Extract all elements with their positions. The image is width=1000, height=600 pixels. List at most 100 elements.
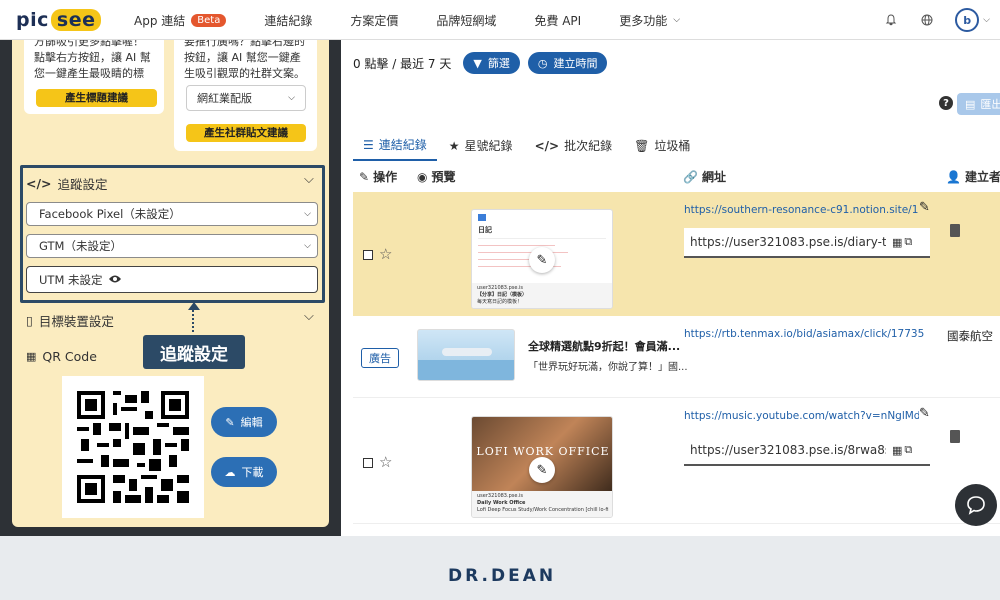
export-button[interactable]: ▤ 匯出 — [957, 93, 1000, 115]
facebook-pixel-select[interactable]: Facebook Pixel（未設定） ⌵ — [26, 202, 318, 226]
ad-url-link[interactable]: https://rtb.tenmax.io/bid/asiamax/click/… — [684, 328, 924, 340]
star-icon[interactable]: ☆ — [379, 453, 392, 471]
file-icon: ▤ — [965, 97, 976, 111]
chat-support-button[interactable] — [955, 484, 997, 526]
eye-icon: ◉ — [417, 169, 428, 184]
original-url-link[interactable]: https://southern-resonance-c91.notion.si… — [684, 204, 919, 216]
nav-free-api[interactable]: 免費 API — [534, 12, 581, 29]
funnel-icon: ▼ — [473, 56, 482, 70]
nav-more[interactable]: 更多功能 ⌵ — [619, 12, 680, 29]
picsee-logo[interactable]: pic see — [16, 9, 102, 31]
star-icon[interactable]: ☆ — [379, 245, 392, 263]
ai-title-description: 方篩吸引更多點擊喔！點擊右方按鈕，讓 AI 幫您一鍵產生最吸睛的標題文字。 — [34, 40, 151, 78]
qr-code-title: QR Code — [42, 349, 97, 364]
ad-badge: 廣告 — [361, 348, 399, 368]
main-nav: App 連結 Beta 連結紀錄 方案定價 品牌短網域 免費 API 更多功能 ⌵ — [134, 0, 718, 40]
chevron-down-icon[interactable]: ⌵ — [304, 309, 314, 324]
copy-icon[interactable]: ⧉ — [904, 443, 912, 457]
post-style-value: 網紅業配版 — [197, 92, 252, 105]
edit-preview-button[interactable]: ✎ — [529, 247, 555, 273]
nav-pricing[interactable]: 方案定價 — [350, 12, 398, 29]
header-preview-label: 預覽 — [431, 170, 456, 184]
qr-download-label: 下載 — [241, 466, 264, 479]
tracking-callout-label: 追蹤設定 — [143, 335, 245, 369]
edit-preview-button[interactable]: ✎ — [529, 457, 555, 483]
qr-code-header: ▦ QR Code — [26, 349, 97, 364]
tab-starred-records[interactable]: ★ 星號紀錄 — [439, 130, 523, 161]
post-style-select[interactable]: 網紅業配版 ⌵ — [186, 85, 306, 111]
ad-description: 「世界玩好玩滿，你說了算！」國... — [528, 362, 688, 373]
row-checkbox[interactable] — [363, 458, 373, 468]
tab-link-records[interactable]: ☰ 連結紀錄 — [353, 130, 437, 161]
header-creator: 👤 建立者 — [946, 168, 1000, 185]
target-device-header[interactable]: ▯ 目標裝置設定 — [26, 311, 114, 330]
star-icon: ★ — [448, 138, 460, 153]
tab-batch-records[interactable]: </> 批次紀錄 — [525, 130, 623, 161]
header-creator-label: 建立者 — [964, 170, 1000, 184]
chat-bubble-icon — [967, 496, 985, 515]
tab-trash[interactable]: 🗑 垃圾桶 — [624, 130, 700, 161]
short-url-field[interactable]: https://user321083.pse.is/diary-temp ▦ ⧉ — [684, 228, 930, 258]
help-icon[interactable]: ? — [939, 96, 953, 110]
qr-code-icon[interactable]: ▦ — [892, 444, 902, 457]
facebook-pixel-value: Facebook Pixel（未設定） — [39, 207, 181, 221]
bell-icon[interactable] — [883, 12, 899, 28]
generate-title-button[interactable]: 產生標題建議 — [36, 89, 157, 107]
edit-icon[interactable]: ✎ — [919, 200, 930, 215]
ad-creator: 國泰航空 — [947, 329, 993, 343]
nav-app-links[interactable]: App 連結 Beta — [134, 12, 227, 29]
clipboard-icon[interactable] — [950, 430, 960, 443]
chevron-down-icon: ⌵ — [304, 241, 311, 251]
header-action-label: 操作 — [373, 170, 398, 184]
created-time-label: 建立時間 — [553, 57, 598, 70]
trash-icon: 🗑 — [634, 138, 650, 153]
copy-icon[interactable]: ⧉ — [904, 235, 912, 249]
user-avatar[interactable]: b — [955, 8, 980, 32]
clipboard-icon[interactable] — [950, 224, 960, 237]
header-url-label: 網址 — [701, 170, 726, 184]
code-icon: </> — [534, 138, 560, 153]
thumb-caption: user321083.pse.is — [477, 285, 524, 291]
header-url: 🔗 網址 — [683, 168, 726, 185]
nav-link-records[interactable]: 連結紀錄 — [264, 12, 312, 29]
original-url-link[interactable]: https://music.youtube.com/watch?v=nNglMd… — [684, 410, 919, 422]
link-icon: 🔗 — [683, 169, 698, 184]
thumb-caption: user321083.pse.is — [477, 493, 524, 499]
chevron-down-icon: ⌵ — [288, 93, 295, 103]
short-url-value: https://user321083.pse.is/8rwa8s — [690, 443, 886, 457]
table-row-ad: 廣告 全球精選航點9折起！會員滿... 「世界玩好玩滿，你說了算！」國... h… — [353, 318, 1000, 398]
chevron-down-icon[interactable]: ⌵ — [983, 15, 990, 25]
qr-code-icon[interactable]: ▦ — [892, 236, 902, 249]
qr-edit-button[interactable]: ✎ 編輯 — [211, 407, 277, 437]
ad-title[interactable]: 全球精選航點9折起！會員滿... — [528, 338, 680, 354]
row-checkbox[interactable] — [363, 250, 373, 260]
table-header: ✎ 操作 ◉ 預覽 🔗 網址 👤 建立者 — [353, 164, 1000, 186]
thumb-description: 每天寫日記的模板！ — [477, 299, 523, 305]
utm-settings-field[interactable]: UTM 未設定 — [26, 266, 318, 293]
edit-icon: ✎ — [225, 415, 235, 429]
generate-social-post-button[interactable]: 產生社群貼文建議 — [186, 124, 306, 142]
edit-icon: ✎ — [359, 169, 370, 184]
ad-thumbnail[interactable] — [417, 329, 515, 381]
qr-edit-label: 編輯 — [240, 416, 263, 429]
header-preview: ◉ 預覽 — [417, 168, 456, 185]
filter-button[interactable]: ▼ 篩選 — [463, 52, 520, 74]
edit-icon[interactable]: ✎ — [919, 406, 930, 421]
qr-download-button[interactable]: ☁ 下載 — [211, 457, 277, 487]
clock-icon: ◷ — [537, 56, 548, 70]
globe-icon[interactable] — [919, 12, 935, 28]
cloud-download-icon: ☁ — [224, 465, 236, 479]
nav-brand-domain[interactable]: 品牌短網域 — [436, 12, 496, 29]
tab-link-records-label: 連結紀錄 — [378, 138, 427, 152]
dr-dean-logo: DR.DEAN — [448, 566, 557, 586]
table-row: ☆ LOFI WORK OFFICE user321083.pse.is Dai… — [353, 400, 1000, 524]
short-url-field[interactable]: https://user321083.pse.is/8rwa8s ▦ ⧉ — [684, 436, 930, 466]
sort-created-time-button[interactable]: ◷ 建立時間 — [527, 52, 608, 74]
mobile-icon: ▯ — [26, 313, 33, 328]
link-preview-thumbnail[interactable]: LOFI WORK OFFICE user321083.pse.is Daily… — [471, 416, 613, 518]
tab-trash-label: 垃圾桶 — [654, 139, 691, 153]
link-preview-thumbnail[interactable]: 日記 user321083.pse.is 【分享】日記（模板） 每天寫日記的模板… — [471, 209, 613, 309]
gtm-select[interactable]: GTM（未設定） ⌵ — [26, 234, 318, 258]
click-stats: 0 點擊 / 最近 7 天 — [353, 56, 452, 71]
thumb-subtitle: 【分享】日記（模板） — [477, 292, 528, 298]
